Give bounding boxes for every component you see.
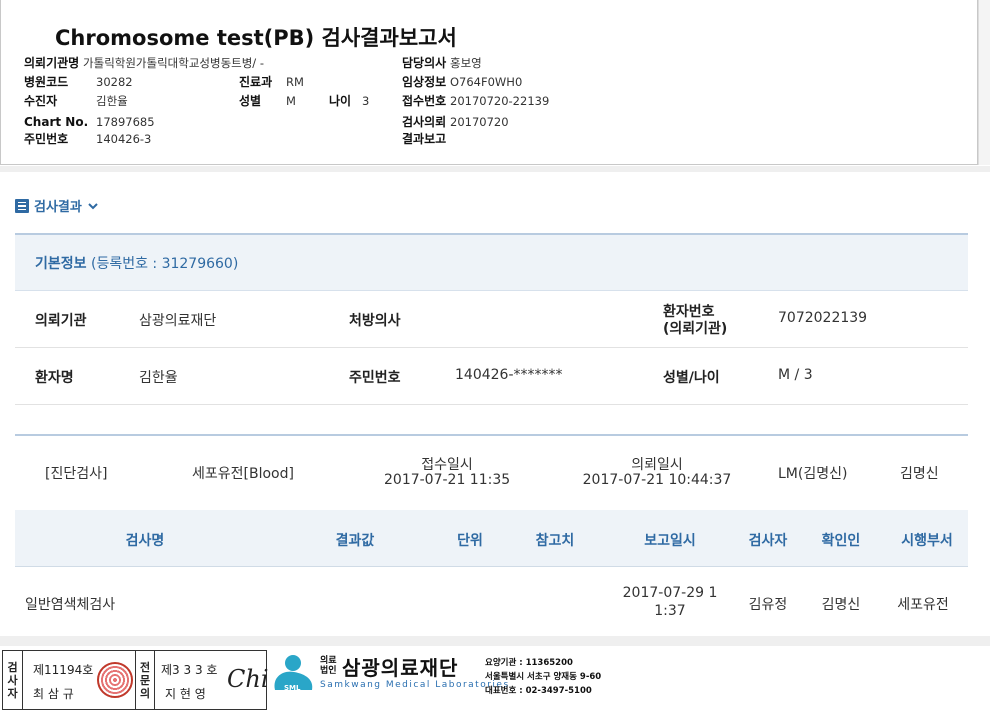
rrn-value: 140426-3	[96, 132, 152, 146]
test-name: 일반염색체검사	[25, 597, 116, 613]
info-value: 삼광의료재단	[139, 313, 217, 329]
exam-summary: [진단검사] 세포유전[Blood] 접수일시 2017-07-21 11:35…	[15, 434, 968, 510]
org-type: 의료 법인	[320, 656, 337, 676]
exam-type: 세포유전[Blood]	[192, 466, 294, 482]
basic-info-panel: 기본정보 (등록번호 : 31279660) 의뢰기관 삼광의료재단 처방의사 …	[15, 233, 968, 405]
column-header: 시행부서	[901, 533, 953, 549]
org-address: 요양기관 : 11365200 서울특별시 서초구 양재동 9-60 대표번호 …	[485, 658, 602, 696]
basic-info-header: 기본정보 (등록번호 : 31279660)	[15, 233, 968, 291]
column-header: 검사명	[125, 533, 165, 549]
requester-field: 의뢰기관명 가톨릭학원가톨릭대학교성병동트병/ -	[24, 56, 264, 70]
column-header: 결과값	[335, 533, 375, 549]
age-value: 3	[362, 94, 370, 108]
tester-label: 검사자	[3, 651, 23, 709]
tester-name: 최 삼 규	[33, 687, 74, 701]
receiver-field: 수진자	[24, 94, 58, 108]
chevron-down-icon	[88, 202, 98, 209]
requested-value: 2017-07-21 10:44:37	[582, 472, 732, 488]
confirmer: 김명신	[900, 466, 939, 482]
request-date-field: 검사의뢰 20170720	[402, 115, 509, 129]
table-row: 일반염색체검사 2017-07-29 1 1:37 김유정 김명신 세포유전	[15, 567, 968, 630]
column-header: 단위	[457, 533, 483, 549]
result-report-field: 결과보고	[402, 132, 447, 146]
receiver-value: 김한율	[96, 94, 128, 108]
scrollbar[interactable]	[978, 0, 990, 165]
page: Chromosome test(PB) 검사결과보고서 의뢰기관명 가톨릭학원가…	[0, 0, 990, 715]
report-title: Chromosome test(PB) 검사결과보고서	[55, 26, 457, 50]
sex-field: 성별	[239, 94, 262, 108]
info-value: 김한율	[139, 370, 178, 386]
report-date: 2017-07-29 1	[622, 585, 718, 601]
sex-value: M	[286, 94, 296, 108]
column-header: 참고치	[535, 533, 575, 549]
hospital-code-field: 병원코드	[24, 75, 69, 89]
rrn-field: 주민번호	[24, 132, 69, 146]
hospital-code-value: 30282	[96, 75, 133, 89]
report-footer: 검사자 제11194호 최 삼 규 전문의 제3 3 3 호 지 현 영 Chi…	[0, 646, 990, 715]
department: 세포유전	[897, 597, 949, 613]
info-value: 7072022139	[778, 310, 868, 326]
divider	[0, 166, 990, 172]
chart-no-value: 17897685	[96, 115, 155, 129]
basic-info-title: 기본정보	[35, 256, 87, 272]
received-label: 접수일시	[421, 457, 473, 473]
report-date-cont: 1:37	[654, 603, 686, 619]
section-title: 검사결과	[34, 200, 82, 215]
divider	[0, 636, 990, 646]
tester-license: 제11194호	[33, 663, 94, 677]
confirmer: 김명신	[821, 597, 861, 613]
tester: 김유정	[748, 597, 788, 613]
info-label: 처방의사	[349, 313, 401, 329]
exam-category: [진단검사]	[45, 466, 108, 482]
info-label: 주민번호	[349, 370, 401, 386]
column-header: 보고일시	[644, 533, 696, 549]
chart-no-field: Chart No.	[24, 115, 89, 129]
column-header: 검사자	[748, 533, 788, 549]
info-row: 환자명 김한율 주민번호 140426-******* 성별/나이 M / 3	[15, 348, 968, 405]
info-label-sub: (의뢰기관)	[663, 321, 728, 337]
org-name: 삼광의료재단	[342, 656, 459, 680]
seal-icon	[97, 662, 133, 698]
requested-label: 의뢰일시	[631, 457, 683, 473]
specialist-license: 제3 3 3 호	[161, 663, 218, 677]
accession-field: 접수번호 20170720-22139	[402, 94, 550, 108]
registration-number: (등록번호 : 31279660)	[90, 256, 239, 272]
result-table-header: 검사명 결과값 단위 참고치 보고일시 검사자 확인인 시행부서	[15, 510, 968, 567]
info-label: 성별/나이	[663, 370, 720, 386]
age-field: 나이	[329, 94, 352, 108]
info-value: 140426-*******	[455, 367, 563, 383]
signature-box: 검사자 제11194호 최 삼 규 전문의 제3 3 3 호 지 현 영 Chi	[2, 650, 269, 710]
received-value: 2017-07-21 11:35	[384, 472, 511, 488]
sml-logo-icon: SML	[274, 655, 313, 692]
list-icon	[15, 198, 29, 213]
lab-manager: LM(김명신)	[778, 466, 848, 482]
svg-text:SML: SML	[284, 684, 301, 692]
clinical-field: 임상정보 O764F0WH0	[402, 75, 523, 89]
specialist-label: 전문의	[135, 651, 155, 709]
doctor-field: 담당의사 홍보영	[402, 56, 482, 70]
info-label: 환자명	[35, 370, 74, 386]
section-toggle[interactable]: 검사결과	[15, 196, 99, 215]
dept-field: 진료과	[239, 75, 273, 89]
info-row: 의뢰기관 삼광의료재단 처방의사 환자번호 (의뢰기관) 7072022139	[15, 291, 968, 348]
specialist-name: 지 현 영	[165, 687, 206, 701]
report-header: Chromosome test(PB) 검사결과보고서 의뢰기관명 가톨릭학원가…	[0, 0, 978, 165]
signature-icon: Chi	[227, 665, 269, 693]
column-header: 확인인	[821, 533, 861, 549]
org-name-en: Samkwang Medical Laboratories	[320, 680, 510, 690]
dept-value: RM	[286, 75, 304, 89]
info-label: 의뢰기관	[35, 313, 87, 329]
info-value: M / 3	[778, 367, 813, 383]
